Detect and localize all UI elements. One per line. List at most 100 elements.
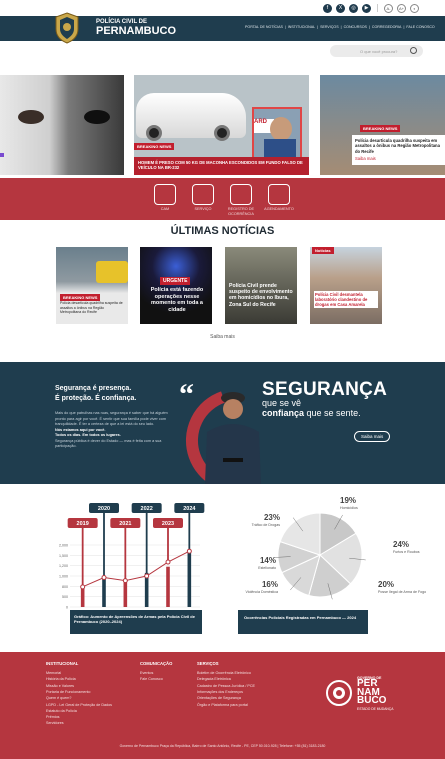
footer-links: Eventos Fale Conosco bbox=[140, 670, 172, 683]
bar bbox=[102, 577, 106, 607]
data-point bbox=[144, 573, 150, 579]
footer-link[interactable]: LGPD - Lei Geral de Proteção de Dados bbox=[46, 702, 112, 708]
slice-label: Homicídios bbox=[340, 506, 358, 510]
slice-label: Estelionato bbox=[258, 566, 276, 570]
security-body: Mais do que patrulhas nas ruas, seguranç… bbox=[55, 411, 170, 450]
slice-percent: 20% bbox=[378, 580, 394, 589]
wheel bbox=[214, 125, 230, 141]
slice-label: Violência Doméstica bbox=[246, 590, 279, 594]
wheel bbox=[146, 125, 162, 141]
news-headline: Polícia desarticula quadrilha suspeita d… bbox=[60, 301, 123, 315]
news-card[interactable]: URGENTE Polícia está fazendo operações n… bbox=[140, 247, 212, 324]
police-badge-logo[interactable] bbox=[54, 12, 80, 44]
news-card[interactable]: Polícia Civil prende suspeito de envolvi… bbox=[225, 247, 297, 324]
slogan-bold: confiança bbox=[262, 407, 305, 418]
document-icon[interactable] bbox=[192, 184, 214, 205]
data-point bbox=[122, 578, 128, 584]
news-card[interactable]: BREAKING NEWS Polícia desarticula quadri… bbox=[56, 247, 128, 324]
news-card[interactable]: Notícias Polícia Civil desmantela labora… bbox=[310, 247, 382, 324]
services-band: CAM SERVIÇO REGISTRO DE OCORRÊNCIA AGEND… bbox=[0, 178, 445, 220]
news-tag: BREAKING NEWS bbox=[60, 294, 101, 301]
slice-label: Tráfico de Drogas bbox=[252, 523, 281, 527]
trend-line bbox=[82, 550, 190, 588]
x-tick-label: 2023 bbox=[162, 521, 174, 527]
nav-servicos[interactable]: SERVIÇOS bbox=[320, 25, 339, 29]
security-slogan: SEGURANÇA que se vê confiança que se sen… bbox=[262, 380, 387, 419]
slogan-big: SEGURANÇA bbox=[262, 379, 388, 400]
chart-caption: Gráfico: Aumento de Apreensões de Armas … bbox=[70, 610, 202, 634]
x-tick-label: 2022 bbox=[141, 506, 153, 512]
eye-image bbox=[18, 110, 44, 124]
search-input[interactable]: O que você procura? bbox=[330, 45, 423, 57]
news-headline: Polícia Civil desmantela laboratório cla… bbox=[314, 291, 378, 309]
data-point bbox=[101, 575, 107, 581]
gov-line4: BUCO bbox=[357, 695, 387, 706]
font-decrease-icon[interactable]: A- bbox=[384, 3, 393, 13]
y-tick-label: 1,500 bbox=[59, 554, 68, 558]
x-tick-label: 2024 bbox=[183, 506, 196, 512]
news-section-title: ÚLTIMAS NOTÍCIAS bbox=[170, 225, 275, 237]
hero-main-caption: HOMEM É PRESO COM 50 KG DE MACONHA ESCON… bbox=[134, 157, 309, 175]
contrast-icon[interactable]: ◐ bbox=[410, 3, 419, 13]
hero-right-caption: Polícia desarticula quadrilha suspeita e… bbox=[352, 135, 445, 165]
report-icon[interactable] bbox=[230, 184, 252, 205]
bar bbox=[80, 586, 85, 607]
data-point bbox=[165, 559, 171, 565]
footer-link[interactable]: Fale Conosco bbox=[140, 676, 172, 682]
nav-concursos[interactable]: CONCURSOS bbox=[344, 25, 367, 29]
footer-heading: COMUNICAÇÃO bbox=[140, 661, 173, 666]
caption-text: Polícia desarticula quadrilha suspeita e… bbox=[355, 138, 440, 154]
hero-card-right[interactable]: BREAKING NEWS Polícia desarticula quadri… bbox=[320, 75, 445, 175]
service-label: REGISTRO DE OCORRÊNCIA bbox=[227, 207, 255, 216]
data-point bbox=[186, 548, 192, 554]
footer-col-servicos: SERVIÇOS Boletim de Ocorrência Eletrônic… bbox=[197, 660, 255, 708]
news-more-link[interactable]: Saiba mais bbox=[0, 334, 445, 340]
nav-portal-noticias[interactable]: PORTAL DE NOTÍCIAS bbox=[245, 25, 283, 29]
security-title-line1: Segurança é presença. bbox=[55, 385, 132, 392]
face bbox=[270, 117, 292, 141]
site-header: POLÍCIA CIVIL DE PERNAMBUCO PORTAL DE NO… bbox=[0, 12, 445, 44]
nav-corregedoria[interactable]: CORREGEDORIA bbox=[372, 25, 402, 29]
instagram-icon[interactable]: ◎ bbox=[349, 3, 358, 13]
footer-link[interactable]: Servidores bbox=[46, 720, 112, 726]
divider bbox=[377, 4, 378, 12]
bar bbox=[187, 551, 192, 607]
hero-card-main[interactable]: ARD BREAKING NEWS HOMEM É PRESO COM 50 K… bbox=[134, 75, 309, 175]
news-tag: Notícias bbox=[312, 247, 334, 254]
government-logo[interactable]: GOVERNO DE PER NAM BUCO ESTADO DE MUDANÇ… bbox=[325, 674, 415, 719]
facebook-icon[interactable]: f bbox=[323, 3, 332, 13]
x-tick-label: 2020 bbox=[98, 506, 110, 512]
y-tick-label: 1,000 bbox=[59, 575, 68, 579]
breaking-news-badge: BREAKING NEWS bbox=[134, 143, 175, 150]
security-saiba-mais-button[interactable]: Saiba mais bbox=[354, 431, 391, 442]
eye-image bbox=[84, 110, 110, 124]
slice-label: Posse Ilegal de Arma de Fogo bbox=[378, 590, 426, 594]
slice-percent: 24% bbox=[393, 540, 409, 549]
y-tick-label: 1,200 bbox=[59, 564, 68, 568]
main-nav: PORTAL DE NOTÍCIAS | INSTITUCIONAL | SERVI… bbox=[245, 25, 435, 29]
footer-link[interactable]: Órgão e Plataforma para portal bbox=[197, 702, 255, 708]
calendar-icon[interactable] bbox=[268, 184, 290, 205]
saiba-mais-link[interactable]: Saiba mais bbox=[355, 156, 442, 161]
youtube-icon[interactable]: ▶ bbox=[362, 3, 371, 13]
x-icon[interactable]: X bbox=[336, 3, 345, 13]
nav-institucional[interactable]: INSTITUCIONAL bbox=[288, 25, 315, 29]
slice-percent: 14% bbox=[260, 556, 276, 565]
footer-heading: INSTITUCIONAL bbox=[46, 661, 79, 666]
security-closing: Segurança pública é dever do Estado — ma… bbox=[55, 438, 162, 449]
nav-fale-conosco[interactable]: FALE CONOSCO bbox=[406, 25, 434, 29]
search-icon[interactable] bbox=[410, 47, 417, 54]
security-banner: Segurança é presença. É proteção. É conf… bbox=[0, 362, 445, 484]
hero-card-eyes[interactable] bbox=[0, 75, 124, 175]
footer-heading: SERVIÇOS bbox=[197, 661, 219, 666]
footer-col-institucional: INSTITUCIONAL Memorial História da Políci… bbox=[46, 660, 112, 727]
font-increase-icon[interactable]: A+ bbox=[397, 3, 406, 13]
gov-wordmark: PER NAM BUCO bbox=[357, 679, 387, 706]
y-tick-label: 800 bbox=[62, 585, 68, 589]
hero-carousel: ARD BREAKING NEWS HOMEM É PRESO COM 50 K… bbox=[0, 75, 445, 175]
slice-percent: 19% bbox=[340, 496, 356, 505]
building-icon[interactable] bbox=[154, 184, 176, 205]
brand-line2: PERNAMBUCO bbox=[96, 25, 177, 37]
slogan-line2: que se sente. bbox=[306, 407, 361, 418]
x-tick-label: 2019 bbox=[77, 521, 89, 527]
